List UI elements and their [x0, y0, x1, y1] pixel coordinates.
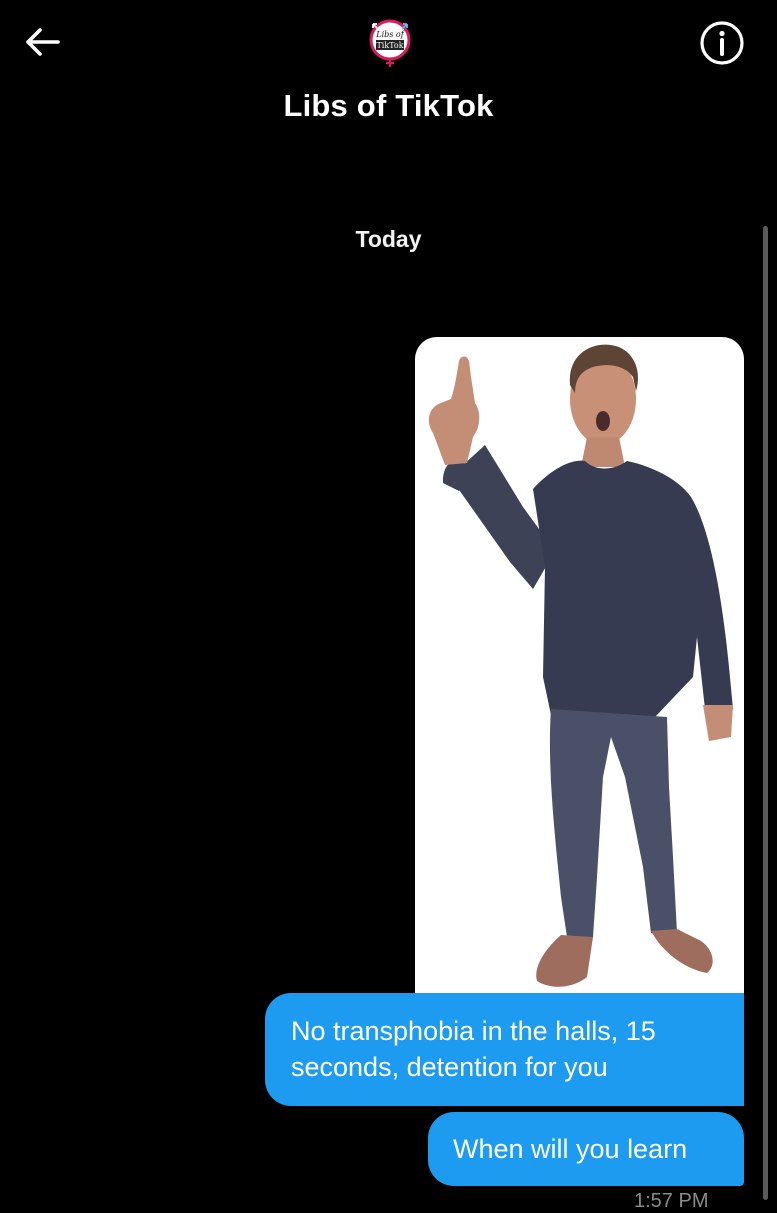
libs-of-tiktok-logo-icon: Libs of TikTok [369, 19, 411, 67]
date-separator: Today [355, 226, 422, 252]
info-circle-icon [700, 21, 744, 65]
logo-text-line-2: TikTok [376, 41, 403, 50]
message-bubble[interactable]: When will you learn [428, 1112, 744, 1186]
logo-text-line-1: Libs of [375, 30, 405, 39]
conversation-title: Libs of TikTok [283, 88, 494, 123]
conversation-header: Libs of TikTok Libs of TikTok [0, 0, 777, 150]
message-text: When will you learn [453, 1134, 688, 1164]
scrollbar[interactable] [763, 226, 768, 1200]
message-image[interactable] [415, 337, 744, 1005]
message-text-line-2: seconds, detention for you [291, 1052, 608, 1082]
avatar[interactable]: Libs of TikTok [368, 18, 412, 70]
person-pointing-up-image [428, 344, 733, 987]
message-bubble[interactable]: No transphobia in the halls, 15 seconds,… [265, 993, 744, 1106]
message-timestamp: 1:57 PM [634, 1190, 709, 1212]
message-text-line-1: No transphobia in the halls, 15 [291, 1016, 656, 1046]
conversation-info-button[interactable] [699, 20, 745, 66]
back-button[interactable] [18, 22, 66, 62]
arrow-left-icon [26, 28, 60, 56]
